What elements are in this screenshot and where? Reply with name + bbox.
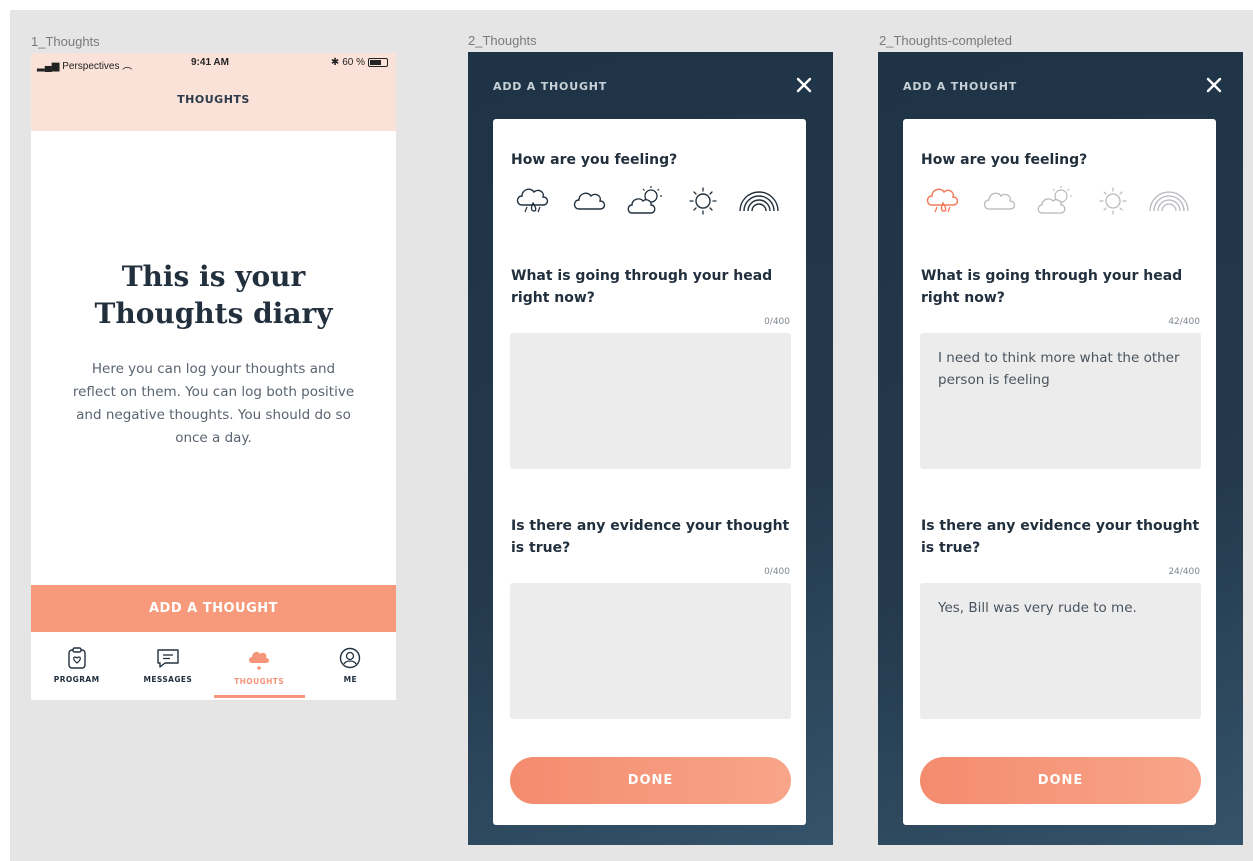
frame-label-2: 2_Thoughts bbox=[468, 33, 537, 48]
tab-program[interactable]: PROGRAM bbox=[31, 633, 122, 700]
header-bar: ▂▄▆ Perspectives ︵ 9:41 AM ✱ 60 % THOUGH… bbox=[31, 53, 396, 131]
wifi-icon: ︵ bbox=[122, 61, 133, 72]
close-icon[interactable] bbox=[793, 74, 815, 96]
mood-cloudy[interactable] bbox=[568, 182, 612, 220]
tab-me[interactable]: ME bbox=[305, 633, 396, 700]
storm-icon bbox=[926, 188, 959, 213]
mood-selector bbox=[511, 181, 781, 221]
close-icon[interactable] bbox=[1203, 74, 1225, 96]
signal-icon: ▂▄▆ bbox=[37, 61, 60, 72]
feeling-question: How are you feeling? bbox=[511, 152, 678, 168]
bluetooth-icon: ✱ bbox=[330, 57, 340, 68]
tab-messages[interactable]: MESSAGES bbox=[122, 633, 213, 700]
mood-sunny[interactable] bbox=[1091, 182, 1135, 220]
head-char-counter: 0/400 bbox=[764, 317, 790, 327]
feeling-question: How are you feeling? bbox=[921, 152, 1088, 168]
status-time: 9:41 AM bbox=[191, 57, 229, 68]
diary-heading: This is your Thoughts diary bbox=[94, 260, 333, 330]
thoughts-screen: ▂▄▆ Perspectives ︵ 9:41 AM ✱ 60 % THOUGH… bbox=[31, 53, 396, 700]
mood-sunny[interactable] bbox=[681, 182, 725, 220]
evidence-textarea[interactable]: Yes, Bill was very rude to me. bbox=[920, 583, 1201, 719]
mood-partly-sunny[interactable] bbox=[1034, 182, 1078, 220]
partly-sunny-icon bbox=[627, 186, 662, 214]
head-textarea[interactable]: I need to think more what the other pers… bbox=[920, 333, 1201, 469]
diary-description: Here you can log your thoughts and refle… bbox=[72, 361, 355, 446]
thought-form: How are you feeling? What is going throu… bbox=[903, 119, 1216, 825]
modal-title: ADD A THOUGHT bbox=[493, 80, 608, 93]
mood-rainbow[interactable] bbox=[1147, 182, 1191, 220]
add-thought-button[interactable]: ADD A THOUGHT bbox=[31, 585, 396, 632]
partly-sunny-icon bbox=[1037, 186, 1072, 214]
head-question: What is going through your head right no… bbox=[921, 268, 1183, 306]
frame-label-1: 1_Thoughts bbox=[31, 34, 100, 49]
evidence-textarea[interactable] bbox=[510, 583, 791, 719]
mood-cloudy[interactable] bbox=[978, 182, 1022, 220]
modal-title: ADD A THOUGHT bbox=[903, 80, 1018, 93]
evidence-char-counter: 0/400 bbox=[764, 567, 790, 577]
done-button[interactable]: DONE bbox=[920, 757, 1201, 804]
head-textarea[interactable] bbox=[510, 333, 791, 469]
cloud-icon bbox=[983, 192, 1015, 210]
cloud-icon bbox=[249, 651, 270, 670]
mood-storm-selected[interactable] bbox=[921, 182, 965, 220]
status-battery: ✱ 60 % bbox=[331, 57, 388, 68]
sun-icon bbox=[1098, 187, 1127, 215]
mood-selector bbox=[921, 181, 1191, 221]
add-thought-modal-completed: ADD A THOUGHT How are you feeling? What … bbox=[878, 52, 1243, 845]
done-button[interactable]: DONE bbox=[510, 757, 791, 804]
rainbow-icon bbox=[739, 191, 779, 212]
battery-icon bbox=[368, 58, 388, 67]
sun-icon bbox=[688, 187, 717, 215]
message-icon bbox=[157, 649, 179, 668]
frame-label-3: 2_Thoughts-completed bbox=[879, 33, 1012, 48]
clipboard-icon bbox=[67, 647, 86, 669]
rainbow-icon bbox=[1149, 191, 1189, 212]
head-question: What is going through your head right no… bbox=[511, 268, 773, 306]
tab-thoughts[interactable]: THOUGHTS bbox=[213, 633, 306, 700]
mood-rainbow[interactable] bbox=[737, 182, 781, 220]
mood-storm[interactable] bbox=[511, 182, 555, 220]
tab-bar: PROGRAM MESSAGES THOUGHTS ME bbox=[31, 633, 396, 700]
head-char-counter: 42/400 bbox=[1168, 317, 1200, 327]
storm-icon bbox=[516, 188, 549, 213]
add-thought-modal-empty: ADD A THOUGHT How are you feeling? What … bbox=[468, 52, 833, 845]
page-title: THOUGHTS bbox=[177, 93, 250, 106]
status-carrier: ▂▄▆ Perspectives ︵ bbox=[37, 61, 133, 72]
mood-partly-sunny[interactable] bbox=[624, 182, 668, 220]
user-icon bbox=[340, 647, 361, 669]
evidence-question: Is there any evidence your thought is tr… bbox=[921, 518, 1200, 556]
cloud-icon bbox=[573, 192, 605, 210]
thought-form: How are you feeling? What is going throu… bbox=[493, 119, 806, 825]
evidence-question: Is there any evidence your thought is tr… bbox=[511, 518, 790, 556]
evidence-char-counter: 24/400 bbox=[1168, 567, 1200, 577]
